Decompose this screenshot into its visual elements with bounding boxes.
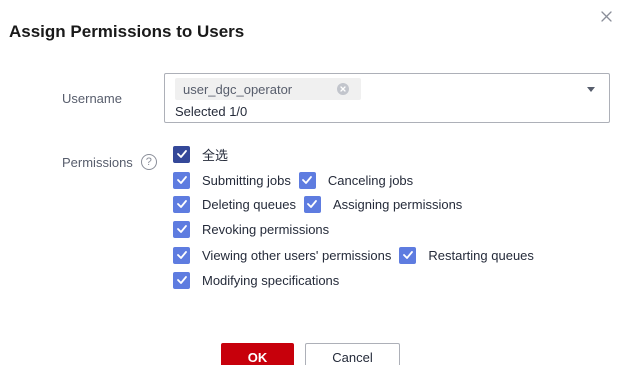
permission-label: Canceling jobs (327, 172, 414, 188)
selected-user-tag-text: user_dgc_operator (183, 81, 293, 97)
cancel-button[interactable]: Cancel (305, 343, 400, 365)
permission-checkbox-submitting-jobs[interactable]: Submitting jobs (173, 171, 291, 189)
tag-remove-icon[interactable] (337, 83, 349, 95)
permission-label: Submitting jobs (202, 172, 291, 188)
permissions-label: Permissions (62, 154, 133, 170)
permissions-label-group: Permissions ? (62, 154, 157, 170)
checkbox-checked-icon[interactable] (173, 171, 190, 189)
permission-row: Submitting jobs Canceling jobs (173, 170, 421, 190)
permission-checkbox-revoking-permissions[interactable]: Revoking permissions (173, 220, 330, 238)
checkbox-checked-icon[interactable] (173, 220, 190, 238)
select-all-checkbox[interactable]: 全选 (173, 145, 228, 164)
checkbox-checked-icon[interactable] (173, 145, 190, 163)
permission-row: Viewing other users' permissions Restart… (173, 245, 542, 265)
username-label: Username (62, 91, 122, 106)
permission-checkbox-assigning-permissions[interactable]: Assigning permissions (303, 195, 463, 213)
dialog-title: Assign Permissions to Users (9, 22, 245, 41)
checkbox-checked-icon[interactable] (173, 246, 190, 264)
select-all-label: 全选 (202, 147, 229, 163)
help-icon[interactable]: ? (140, 154, 157, 170)
permission-row: Deleting queues Assigning permissions (173, 194, 470, 214)
permission-checkbox-restarting-queues[interactable]: Restarting queues (399, 246, 534, 264)
checkbox-checked-icon[interactable] (399, 246, 417, 264)
username-select[interactable]: user_dgc_operator Selected 1/0 (164, 73, 610, 123)
permission-label: Assigning permissions (332, 196, 463, 212)
assign-permissions-dialog: Assign Permissions to Users Username use… (0, 0, 622, 365)
permission-checkbox-viewing-other-users-permissions[interactable]: Viewing other users' permissions (173, 246, 392, 264)
permission-row: 全选 (173, 144, 236, 164)
permission-checkbox-deleting-queues[interactable]: Deleting queues (173, 195, 296, 213)
checkbox-checked-icon[interactable] (303, 195, 321, 213)
ok-button[interactable]: OK (221, 343, 294, 365)
permission-row: Revoking permissions (173, 219, 337, 239)
permission-label: Modifying specifications (202, 272, 340, 288)
checkbox-checked-icon[interactable] (298, 171, 316, 189)
chevron-down-icon[interactable] (587, 87, 595, 92)
permission-label: Restarting queues (428, 247, 534, 263)
permission-checkbox-canceling-jobs[interactable]: Canceling jobs (298, 171, 414, 189)
permission-label: Viewing other users' permissions (202, 247, 392, 263)
selected-count: Selected 1/0 (175, 104, 248, 119)
permission-row: Modifying specifications (173, 270, 347, 290)
permission-label: Revoking permissions (202, 221, 330, 237)
checkbox-checked-icon[interactable] (173, 195, 190, 213)
selected-user-tag: user_dgc_operator (175, 78, 361, 100)
permission-label: Deleting queues (202, 196, 296, 212)
checkbox-checked-icon[interactable] (173, 271, 190, 289)
permission-checkbox-modifying-specifications[interactable]: Modifying specifications (173, 271, 340, 289)
close-icon[interactable] (599, 9, 615, 25)
